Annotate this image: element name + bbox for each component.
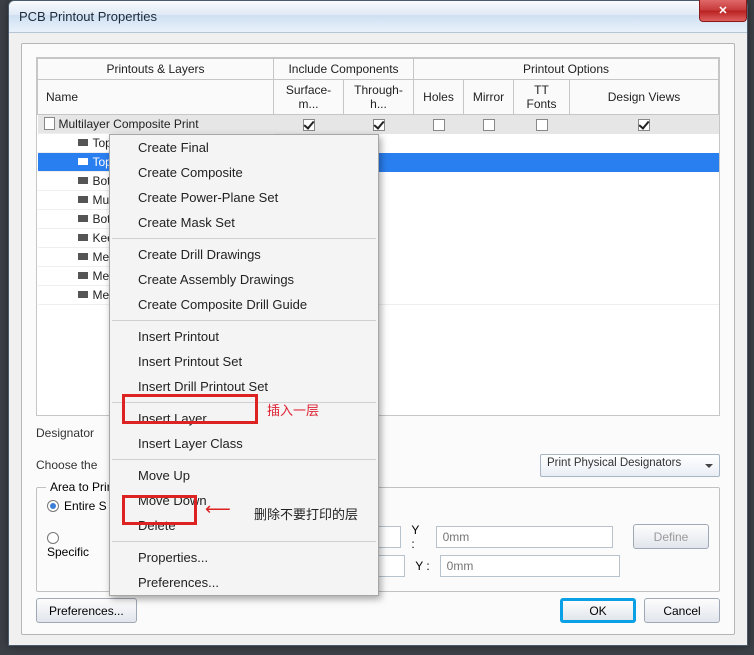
mi-insert-drill-printout[interactable]: Insert Drill Printout Set <box>110 374 378 399</box>
mi-move-up[interactable]: Move Up <box>110 463 378 488</box>
mi-create-drill[interactable]: Create Drill Drawings <box>110 242 378 267</box>
chk-surface[interactable] <box>303 119 315 131</box>
col-holes[interactable]: Holes <box>414 80 464 115</box>
mi-create-composite[interactable]: Create Composite <box>110 160 378 185</box>
ok-button[interactable]: OK <box>560 598 636 623</box>
col-through[interactable]: Through-h... <box>344 80 414 115</box>
mi-preferences[interactable]: Preferences... <box>110 570 378 595</box>
y2-input[interactable] <box>440 555 620 577</box>
col-group-include: Include Components <box>274 59 414 80</box>
y2-label: Y : <box>415 559 429 573</box>
col-surface[interactable]: Surface-m... <box>274 80 344 115</box>
preferences-button[interactable]: Preferences... <box>36 598 137 623</box>
col-name[interactable]: Name <box>38 80 274 115</box>
dialog-window: PCB Printout Properties ✕ Printouts & La… <box>8 0 748 646</box>
chk-tt[interactable] <box>536 119 548 131</box>
designator-label: Designator <box>36 426 94 440</box>
mi-create-powerplane[interactable]: Create Power-Plane Set <box>110 185 378 210</box>
dialog-footer: Preferences... OK Cancel <box>36 598 720 623</box>
cancel-button[interactable]: Cancel <box>644 598 720 623</box>
col-design[interactable]: Design Views <box>570 80 719 115</box>
root-name: Multilayer Composite Print <box>59 117 199 131</box>
mi-create-mask[interactable]: Create Mask Set <box>110 210 378 235</box>
printout-row-root[interactable]: Multilayer Composite Print <box>38 115 719 134</box>
mi-insert-layer-class[interactable]: Insert Layer Class <box>110 431 378 456</box>
layer-icon <box>78 215 88 222</box>
chk-design[interactable] <box>638 119 650 131</box>
arrow-icon: ⟵ <box>205 499 231 520</box>
mi-create-composite-drill[interactable]: Create Composite Drill Guide <box>110 292 378 317</box>
layer-icon <box>78 253 88 260</box>
mi-insert-layer[interactable]: Insert Layer <box>110 406 378 431</box>
layer-icon <box>78 234 88 241</box>
context-menu[interactable]: Create Final Create Composite Create Pow… <box>109 134 379 596</box>
layer-icon <box>78 196 88 203</box>
col-mirror[interactable]: Mirror <box>464 80 514 115</box>
choose-label: Choose the <box>36 458 97 472</box>
layer-icon <box>78 139 88 146</box>
col-group-printouts: Printouts & Layers <box>38 59 274 80</box>
document-icon <box>44 117 55 130</box>
close-button[interactable]: ✕ <box>699 0 747 22</box>
mi-insert-printout-set[interactable]: Insert Printout Set <box>110 349 378 374</box>
layer-icon <box>78 272 88 279</box>
layer-icon <box>78 291 88 298</box>
annotation-insert-layer: 插入一层 <box>267 400 319 419</box>
mi-properties[interactable]: Properties... <box>110 545 378 570</box>
radio-entire[interactable] <box>47 500 59 512</box>
close-icon: ✕ <box>718 4 727 17</box>
layer-icon <box>78 158 88 165</box>
radio-specific[interactable] <box>47 532 59 544</box>
chk-mirror[interactable] <box>483 119 495 131</box>
layer-icon <box>78 177 88 184</box>
titlebar: PCB Printout Properties ✕ <box>9 1 747 33</box>
col-group-options: Printout Options <box>414 59 719 80</box>
window-title: PCB Printout Properties <box>19 9 157 24</box>
designator-combo[interactable]: Print Physical Designators <box>540 454 720 477</box>
area-legend: Area to Prin <box>46 480 117 494</box>
define-button[interactable]: Define <box>633 524 709 549</box>
col-tt[interactable]: TT Fonts <box>514 80 570 115</box>
mi-create-final[interactable]: Create Final <box>110 135 378 160</box>
chk-holes[interactable] <box>433 119 445 131</box>
mi-create-assembly[interactable]: Create Assembly Drawings <box>110 267 378 292</box>
annotation-delete: 删除不要打印的层 <box>254 504 358 523</box>
chk-through[interactable] <box>373 119 385 131</box>
y1-input[interactable] <box>436 526 613 548</box>
mi-insert-printout[interactable]: Insert Printout <box>110 324 378 349</box>
y-label: Y : <box>411 523 425 551</box>
